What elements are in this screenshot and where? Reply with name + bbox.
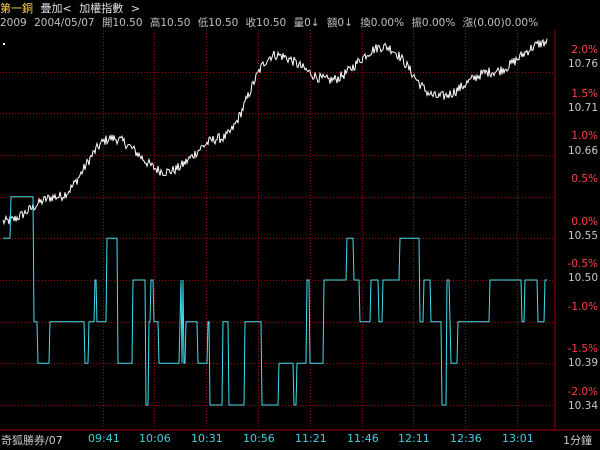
x-tick-label: 10:56 bbox=[243, 432, 275, 445]
crosshair-dot bbox=[3, 43, 5, 45]
volume: 量0↓ bbox=[293, 17, 320, 29]
chart-grid bbox=[0, 30, 555, 430]
y-price-label: 10.39 bbox=[567, 357, 598, 369]
overlay-menu[interactable]: 疊加< bbox=[41, 2, 72, 15]
change: 漲(0.00)0.00% bbox=[462, 17, 539, 29]
x-tick-label: 09:41 bbox=[88, 432, 120, 445]
x-tick-label: 13:01 bbox=[502, 432, 534, 445]
y-pct-label: 0.0% bbox=[571, 216, 598, 228]
quote-bar: 2009 2004/05/07 開10.50 高10.50 低10.50 收10… bbox=[0, 15, 600, 29]
amount: 額0↓ bbox=[326, 17, 353, 29]
x-tick-label: 11:21 bbox=[295, 432, 327, 445]
index-overlay-name[interactable]: 加權指數 bbox=[79, 2, 123, 15]
quote-date: 2004/05/07 bbox=[34, 17, 95, 29]
y-price-label: 10.76 bbox=[567, 58, 598, 70]
high-price: 高10.50 bbox=[149, 17, 191, 29]
x-tick-label: 10:31 bbox=[191, 432, 223, 445]
stock-code: 2009 bbox=[0, 17, 27, 29]
y-price-label: 10.66 bbox=[567, 145, 598, 157]
y-pct-label: 1.0% bbox=[571, 130, 598, 142]
stock-name[interactable]: 第一銅 bbox=[0, 2, 33, 15]
x-tick-label: 12:36 bbox=[450, 432, 482, 445]
y-price-label: 10.55 bbox=[567, 230, 598, 242]
y-price-label: 10.50 bbox=[567, 272, 598, 284]
low-price: 低10.50 bbox=[197, 17, 239, 29]
y-pct-label: -1.0% bbox=[567, 301, 598, 313]
y-price-label: 10.71 bbox=[567, 102, 598, 114]
y-pct-label: 0.5% bbox=[571, 173, 598, 185]
y-pct-label: -1.5% bbox=[567, 343, 598, 355]
broker-label: 奇狐勝券/07 bbox=[1, 434, 63, 447]
y-price-label: 10.34 bbox=[567, 400, 598, 412]
turnover: 換0.00% bbox=[360, 17, 405, 29]
x-tick-label: 12:11 bbox=[398, 432, 430, 445]
y-pct-label: -2.0% bbox=[567, 386, 598, 398]
header-bar: 第一銅 疊加< 加權指數 > bbox=[0, 0, 600, 15]
y-pct-label: 1.5% bbox=[571, 88, 598, 100]
y-pct-label: -0.5% bbox=[567, 258, 598, 270]
y-pct-label: 2.0% bbox=[571, 44, 598, 56]
amplitude: 振0.00% bbox=[411, 17, 456, 29]
intraday-chart[interactable] bbox=[0, 0, 600, 450]
interval-label[interactable]: 1分鐘 bbox=[563, 432, 592, 448]
open-price: 開10.50 bbox=[101, 17, 143, 29]
x-tick-label: 11:46 bbox=[347, 432, 379, 445]
x-tick-label: 10:06 bbox=[139, 432, 171, 445]
next-arrow[interactable]: > bbox=[131, 2, 140, 15]
close-price: 收10.50 bbox=[245, 17, 287, 29]
